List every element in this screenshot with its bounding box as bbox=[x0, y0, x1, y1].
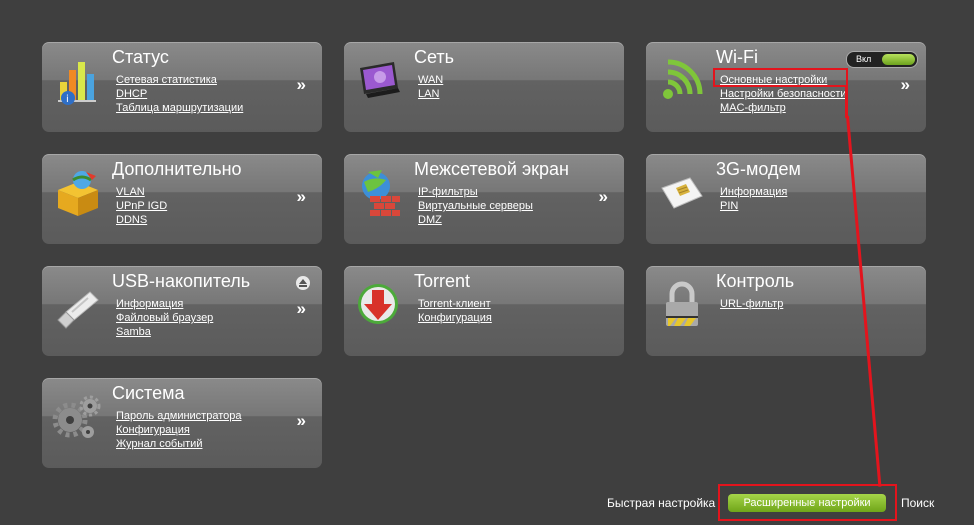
tile-title: Статус bbox=[112, 47, 169, 67]
link-samba[interactable]: Samba bbox=[116, 325, 213, 339]
padlock-icon bbox=[656, 278, 708, 330]
link-network-statistics[interactable]: Сетевая статистика bbox=[116, 73, 243, 87]
link-url-filter[interactable]: URL-фильтр bbox=[720, 297, 783, 311]
more-arrow[interactable]: » bbox=[297, 299, 306, 319]
tile-status[interactable]: i Статус Сетевая статистика DHCP Таблица… bbox=[42, 42, 322, 132]
tile-wifi[interactable]: Wi-Fi Вкл Основные настройки Настройки б… bbox=[646, 42, 926, 132]
link-mac-filter[interactable]: MAC-фильтр bbox=[720, 101, 847, 115]
tile-title: Wi-Fi bbox=[716, 47, 758, 67]
tile-usb-storage[interactable]: USB-накопитель Информация Файловый брауз… bbox=[42, 266, 322, 356]
tile-firewall[interactable]: Межсетевой экран IP-фильтры Виртуальные … bbox=[344, 154, 624, 244]
tile-title: Сеть bbox=[414, 47, 455, 67]
tile-title: Torrent bbox=[414, 271, 471, 291]
gears-icon bbox=[52, 390, 104, 442]
download-arrow-icon bbox=[354, 278, 406, 330]
toggle-knob bbox=[882, 54, 915, 65]
tile-system[interactable]: Система Пароль администратора Конфигурац… bbox=[42, 378, 322, 468]
tile-advanced[interactable]: Дополнительно VLAN UPnP IGD DDNS » bbox=[42, 154, 322, 244]
link-wan[interactable]: WAN bbox=[418, 73, 443, 87]
link-security-settings[interactable]: Настройки безопасности bbox=[720, 87, 847, 101]
tile-title: 3G-модем bbox=[716, 159, 801, 179]
link-file-browser[interactable]: Файловый браузер bbox=[116, 311, 213, 325]
firewall-globe-icon bbox=[354, 166, 406, 218]
monitor-globe-icon bbox=[354, 54, 406, 106]
tile-title: Дополнительно bbox=[112, 159, 242, 179]
more-arrow[interactable]: » bbox=[297, 187, 306, 207]
link-basic-settings[interactable]: Основные настройки bbox=[720, 73, 847, 87]
link-virtual-servers[interactable]: Виртуальные серверы bbox=[418, 199, 533, 213]
tile-torrent[interactable]: Torrent Torrent-клиент Конфигурация bbox=[344, 266, 624, 356]
toggle-label: Вкл bbox=[856, 54, 872, 64]
link-pin[interactable]: PIN bbox=[720, 199, 787, 213]
quick-setup-link[interactable]: Быстрая настройка bbox=[607, 496, 715, 510]
link-admin-password[interactable]: Пароль администратора bbox=[116, 409, 242, 423]
link-torrent-client[interactable]: Torrent-клиент bbox=[418, 297, 492, 311]
tile-network[interactable]: Сеть WAN LAN bbox=[344, 42, 624, 132]
more-arrow[interactable]: » bbox=[901, 75, 910, 95]
more-arrow[interactable]: » bbox=[297, 75, 306, 95]
eject-icon[interactable] bbox=[296, 276, 310, 290]
usb-drive-icon bbox=[52, 278, 104, 330]
box-globe-icon bbox=[52, 166, 104, 218]
link-ddns[interactable]: DDNS bbox=[116, 213, 167, 227]
tile-title: USB-накопитель bbox=[112, 271, 251, 291]
link-vlan[interactable]: VLAN bbox=[116, 185, 167, 199]
link-event-log[interactable]: Журнал событий bbox=[116, 437, 242, 451]
tile-3g-modem[interactable]: 3G-модем Информация PIN bbox=[646, 154, 926, 244]
tile-control[interactable]: Контроль URL-фильтр bbox=[646, 266, 926, 356]
link-dmz[interactable]: DMZ bbox=[418, 213, 533, 227]
sim-card-icon bbox=[656, 166, 708, 218]
link-information[interactable]: Информация bbox=[720, 185, 787, 199]
tile-title: Система bbox=[112, 383, 185, 403]
wifi-toggle[interactable]: Вкл bbox=[846, 51, 918, 68]
tile-title: Межсетевой экран bbox=[414, 159, 569, 179]
more-arrow[interactable]: » bbox=[599, 187, 608, 207]
link-dhcp[interactable]: DHCP bbox=[116, 87, 243, 101]
bar-chart-icon: i bbox=[52, 54, 104, 106]
svg-text:i: i bbox=[66, 94, 69, 105]
link-lan[interactable]: LAN bbox=[418, 87, 443, 101]
link-configuration[interactable]: Конфигурация bbox=[418, 311, 492, 325]
link-upnp-igd[interactable]: UPnP IGD bbox=[116, 199, 167, 213]
link-routing-table[interactable]: Таблица маршрутизации bbox=[116, 101, 243, 115]
link-configuration[interactable]: Конфигурация bbox=[116, 423, 242, 437]
advanced-settings-button[interactable]: Расширенные настройки bbox=[728, 494, 886, 512]
more-arrow[interactable]: » bbox=[297, 411, 306, 431]
wifi-signal-icon bbox=[656, 54, 708, 106]
link-ip-filters[interactable]: IP-фильтры bbox=[418, 185, 533, 199]
search-link[interactable]: Поиск bbox=[901, 496, 934, 510]
link-information[interactable]: Информация bbox=[116, 297, 213, 311]
tile-title: Контроль bbox=[716, 271, 795, 291]
